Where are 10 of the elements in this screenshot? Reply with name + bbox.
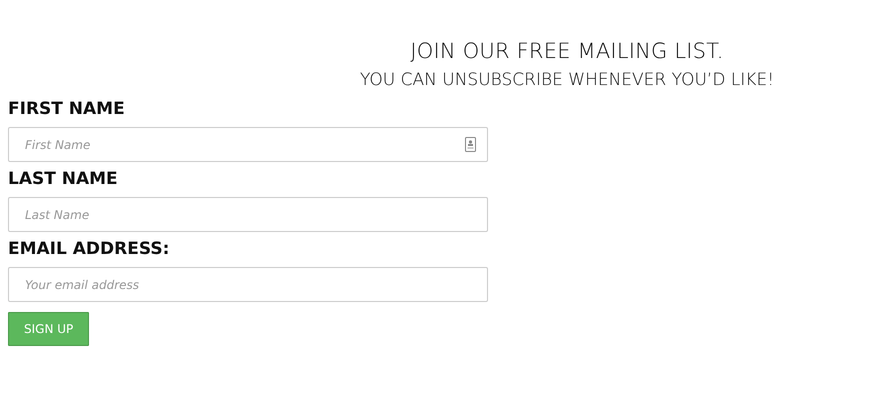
field-label: EMAIL ADDRESS: xyxy=(8,238,170,260)
input-field[interactable]: Last Name xyxy=(8,197,488,232)
form-subtitle: YOU CAN UNSUBSCRIBE WHENEVER YOU’D LIKE! xyxy=(358,69,776,92)
form-title: JOIN OUR FREE MAILING LIST. xyxy=(409,38,725,65)
field-label: LAST NAME xyxy=(8,168,119,190)
contact-card-icon[interactable] xyxy=(465,137,476,152)
input-field[interactable]: First Name xyxy=(8,127,488,162)
sign-up-button[interactable]: SIGN UP xyxy=(8,312,90,346)
field-label: FIRST NAME xyxy=(8,98,126,120)
input-field[interactable]: Your email address xyxy=(8,267,488,302)
